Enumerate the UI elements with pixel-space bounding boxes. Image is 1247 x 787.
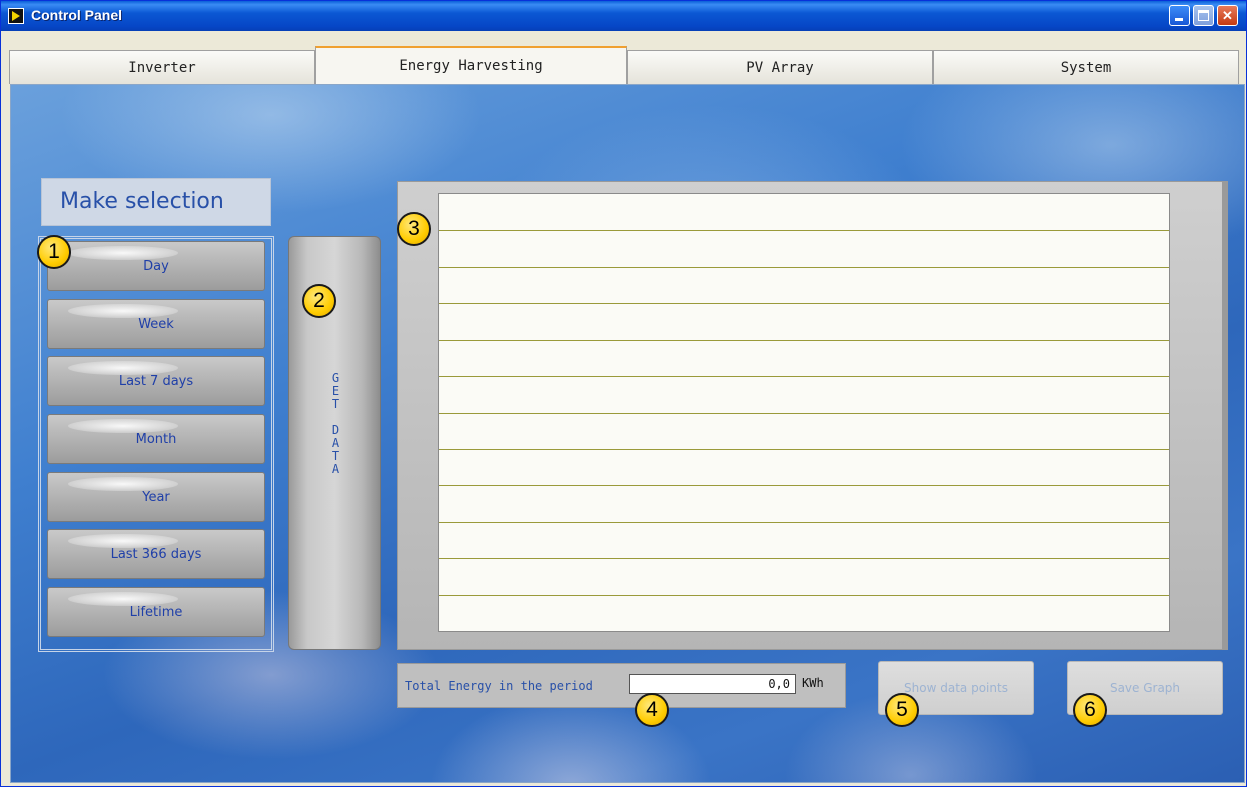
total-energy-panel: Total Energy in the period 0,0 KWh <box>397 663 846 708</box>
option-day[interactable]: Day <box>47 241 265 291</box>
option-label: Month <box>135 432 177 447</box>
graph-gridline <box>439 230 1169 231</box>
minimize-button[interactable] <box>1169 5 1190 26</box>
graph-frame <box>397 181 1228 650</box>
graph-gridline <box>439 267 1169 268</box>
graph-gridline <box>439 558 1169 559</box>
callout-3: 3 <box>397 212 431 246</box>
make-selection-title: Make selection <box>41 178 271 226</box>
option-label: Year <box>142 490 170 505</box>
option-year[interactable]: Year <box>47 472 265 522</box>
callout-1: 1 <box>37 235 71 269</box>
option-month[interactable]: Month <box>47 414 265 464</box>
energy-harvesting-panel: Make selection Day Week Last 7 days Mont… <box>10 84 1245 783</box>
option-label: Last 366 days <box>110 547 202 562</box>
graph-gridline <box>439 449 1169 450</box>
option-last-366-days[interactable]: Last 366 days <box>47 529 265 579</box>
window-title: Control Panel <box>31 7 123 23</box>
option-label: Last 7 days <box>118 374 194 389</box>
get-data-label: G E T D A T A <box>331 371 340 476</box>
tab-energy-harvesting[interactable]: Energy Harvesting <box>315 46 627 84</box>
option-label: Lifetime <box>129 605 183 620</box>
graph-gridline <box>439 485 1169 486</box>
option-lifetime[interactable]: Lifetime <box>47 587 265 637</box>
option-week[interactable]: Week <box>47 299 265 349</box>
maximize-button[interactable] <box>1193 5 1214 26</box>
option-label: Week <box>138 317 174 332</box>
energy-graph[interactable] <box>438 193 1170 632</box>
graph-gridline <box>439 522 1169 523</box>
total-energy-unit: KWh <box>802 676 824 690</box>
graph-gridline <box>439 376 1169 377</box>
title-bar[interactable]: Control Panel ✕ <box>1 1 1246 31</box>
total-energy-label: Total Energy in the period <box>405 679 593 693</box>
tab-bar: Inverter Energy Harvesting PV Array Syst… <box>9 46 1241 84</box>
tab-system[interactable]: System <box>933 50 1239 84</box>
callout-6: 6 <box>1073 693 1107 727</box>
tab-pv-array[interactable]: PV Array <box>627 50 933 84</box>
maximize-icon <box>1198 10 1209 21</box>
callout-2: 2 <box>302 284 336 318</box>
option-last-7-days[interactable]: Last 7 days <box>47 356 265 406</box>
control-panel-window: Control Panel ✕ Inverter Energy Harvesti… <box>0 0 1247 787</box>
tab-inverter[interactable]: Inverter <box>9 50 315 84</box>
close-button[interactable]: ✕ <box>1217 5 1238 26</box>
callout-4: 4 <box>635 693 669 727</box>
graph-gridline <box>439 413 1169 414</box>
callout-5: 5 <box>885 693 919 727</box>
close-icon: ✕ <box>1222 8 1233 23</box>
labview-run-icon[interactable] <box>8 8 24 24</box>
graph-gridline <box>439 303 1169 304</box>
minimize-icon <box>1175 18 1183 21</box>
option-label: Day <box>143 259 169 274</box>
graph-gridline <box>439 595 1169 596</box>
total-energy-value: 0,0 <box>629 674 796 694</box>
graph-gridline <box>439 340 1169 341</box>
